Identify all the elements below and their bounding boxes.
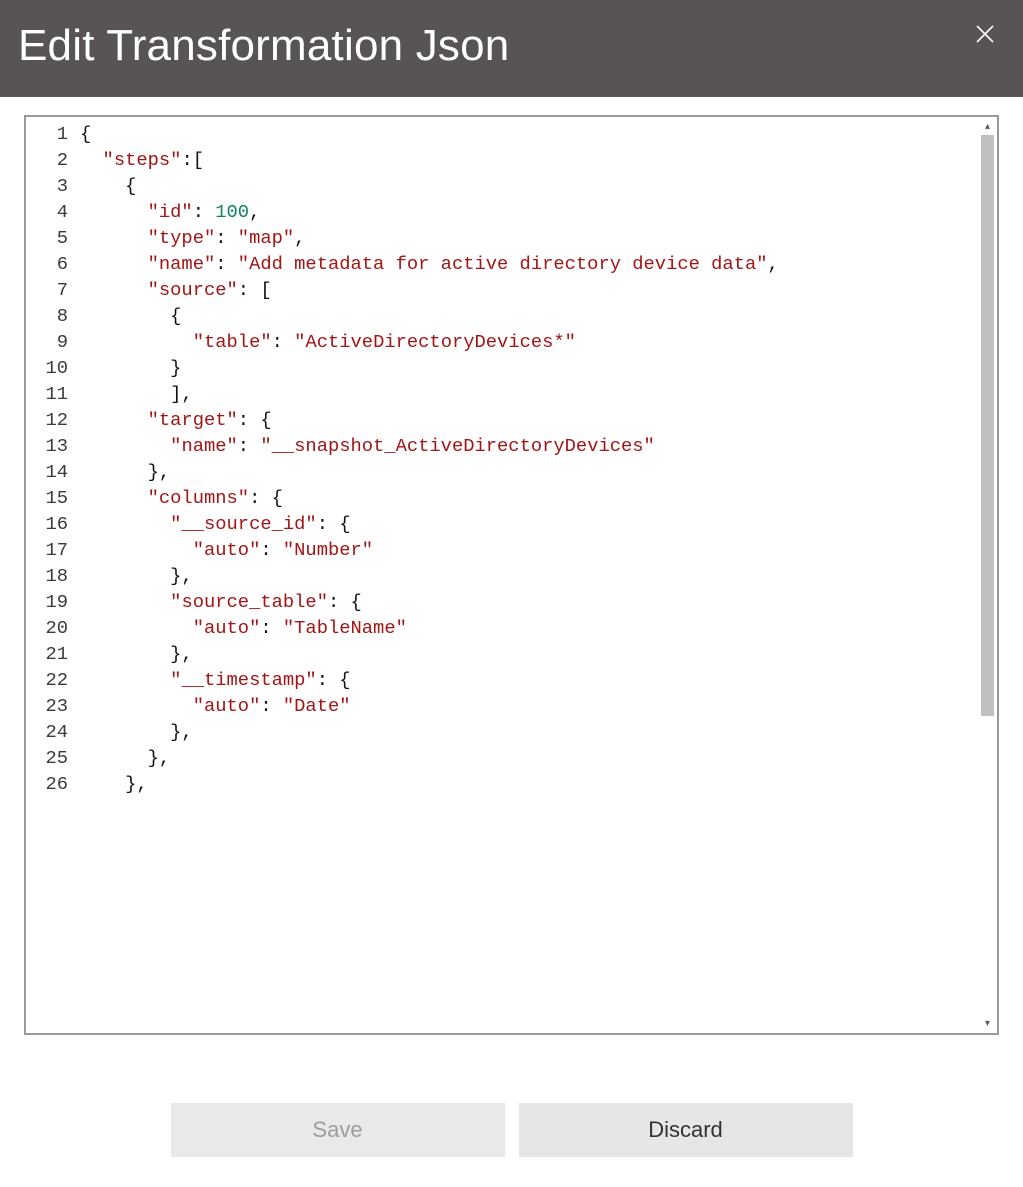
line-number: 16 bbox=[26, 511, 74, 537]
code-line: "steps":[ bbox=[80, 147, 997, 173]
code-line: { bbox=[80, 121, 997, 147]
line-number: 23 bbox=[26, 693, 74, 719]
line-number: 21 bbox=[26, 641, 74, 667]
code-line: "id": 100, bbox=[80, 199, 997, 225]
line-number: 15 bbox=[26, 485, 74, 511]
code-line: "__timestamp": { bbox=[80, 667, 997, 693]
code-line: "target": { bbox=[80, 407, 997, 433]
line-number: 1 bbox=[26, 121, 74, 147]
json-editor[interactable]: 1234567891011121314151617181920212223242… bbox=[24, 115, 999, 1035]
code-line: }, bbox=[80, 459, 997, 485]
code-line: "auto": "Date" bbox=[80, 693, 997, 719]
line-number: 26 bbox=[26, 771, 74, 797]
close-button[interactable] bbox=[971, 23, 999, 51]
code-line: "name": "Add metadata for active directo… bbox=[80, 251, 997, 277]
code-line: }, bbox=[80, 771, 997, 797]
code-line: "name": "__snapshot_ActiveDirectoryDevic… bbox=[80, 433, 997, 459]
line-number: 14 bbox=[26, 459, 74, 485]
line-number: 7 bbox=[26, 277, 74, 303]
scroll-thumb[interactable] bbox=[981, 135, 994, 716]
vertical-scrollbar[interactable]: ▴ ▾ bbox=[979, 118, 996, 1032]
code-line: "auto": "TableName" bbox=[80, 615, 997, 641]
line-number: 10 bbox=[26, 355, 74, 381]
code-line: "source": [ bbox=[80, 277, 997, 303]
code-line: { bbox=[80, 173, 997, 199]
dialog-header: Edit Transformation Json bbox=[0, 0, 1023, 97]
close-icon bbox=[975, 24, 995, 49]
line-number: 8 bbox=[26, 303, 74, 329]
code-line: "__source_id": { bbox=[80, 511, 997, 537]
code-line: "table": "ActiveDirectoryDevices*" bbox=[80, 329, 997, 355]
code-line: }, bbox=[80, 745, 997, 771]
line-number: 11 bbox=[26, 381, 74, 407]
line-number: 24 bbox=[26, 719, 74, 745]
discard-button[interactable]: Discard bbox=[519, 1103, 853, 1157]
edit-transformation-dialog: Edit Transformation Json 123456789101112… bbox=[0, 0, 1023, 1187]
code-line: "columns": { bbox=[80, 485, 997, 511]
code-line: "type": "map", bbox=[80, 225, 997, 251]
line-number: 9 bbox=[26, 329, 74, 355]
scroll-down-arrow-icon[interactable]: ▾ bbox=[979, 1015, 996, 1032]
code-line: ], bbox=[80, 381, 997, 407]
line-number: 18 bbox=[26, 563, 74, 589]
line-number: 22 bbox=[26, 667, 74, 693]
code-line: "auto": "Number" bbox=[80, 537, 997, 563]
code-line: { bbox=[80, 303, 997, 329]
line-number: 5 bbox=[26, 225, 74, 251]
line-number: 3 bbox=[26, 173, 74, 199]
dialog-title: Edit Transformation Json bbox=[18, 21, 509, 71]
code-line: }, bbox=[80, 719, 997, 745]
dialog-footer: Save Discard bbox=[0, 1043, 1023, 1187]
code-line: } bbox=[80, 355, 997, 381]
line-number-gutter: 1234567891011121314151617181920212223242… bbox=[26, 117, 74, 1033]
line-number: 19 bbox=[26, 589, 74, 615]
code-area[interactable]: { "steps":[ { "id": 100, "type": "map", … bbox=[74, 117, 997, 1033]
line-number: 4 bbox=[26, 199, 74, 225]
line-number: 12 bbox=[26, 407, 74, 433]
save-button[interactable]: Save bbox=[171, 1103, 505, 1157]
line-number: 20 bbox=[26, 615, 74, 641]
line-number: 6 bbox=[26, 251, 74, 277]
line-number: 13 bbox=[26, 433, 74, 459]
line-number: 17 bbox=[26, 537, 74, 563]
code-line: "source_table": { bbox=[80, 589, 997, 615]
line-number: 2 bbox=[26, 147, 74, 173]
scroll-up-arrow-icon[interactable]: ▴ bbox=[979, 118, 996, 135]
scroll-track[interactable] bbox=[981, 135, 994, 1015]
editor-inner: 1234567891011121314151617181920212223242… bbox=[26, 117, 997, 1033]
code-line: }, bbox=[80, 641, 997, 667]
line-number: 25 bbox=[26, 745, 74, 771]
dialog-body: 1234567891011121314151617181920212223242… bbox=[0, 97, 1023, 1043]
code-line: }, bbox=[80, 563, 997, 589]
